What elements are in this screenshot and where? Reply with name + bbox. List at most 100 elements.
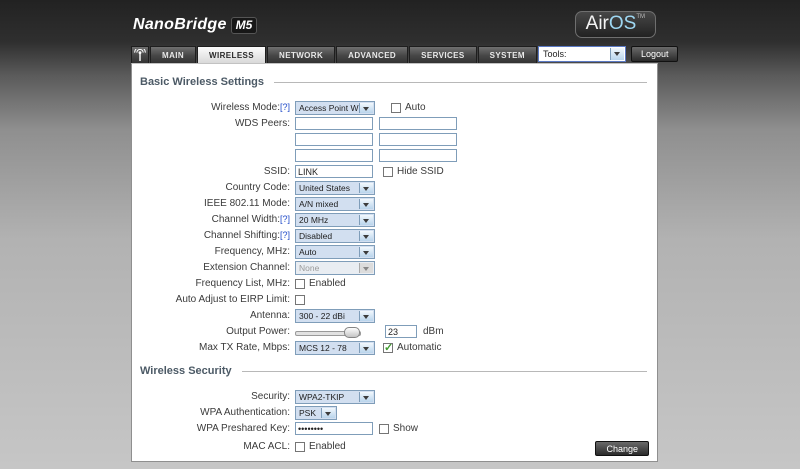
tab-main[interactable]: MAIN	[150, 46, 197, 63]
device-logo: NanoBridge M5	[133, 15, 258, 34]
channel-width-help-link[interactable]: [?]	[280, 214, 290, 224]
dropdown-arrow-icon	[359, 214, 373, 225]
wpa-authentication-row: WPA Authentication: PSK	[138, 405, 647, 420]
section-rule	[274, 81, 647, 83]
wds-peers-label: WDS Peers:	[234, 118, 290, 129]
frequency-select[interactable]: Auto	[295, 244, 375, 259]
dropdown-arrow-icon	[359, 230, 373, 241]
eirp-limit-checkbox[interactable]	[295, 294, 305, 305]
max-tx-rate-select[interactable]: MCS 12 - 78	[295, 340, 375, 355]
wds-peer-input-5[interactable]	[295, 149, 373, 162]
security-select[interactable]: WPA2-TKIP	[295, 389, 375, 404]
tab-wireless[interactable]: WIRELESS	[197, 46, 267, 63]
frequency-row: Frequency, MHz: Auto	[138, 244, 647, 259]
extension-channel-label: Extension Channel:	[203, 262, 290, 273]
hide-ssid-checkbox[interactable]	[383, 166, 393, 177]
wds-peer-input-4[interactable]	[379, 133, 457, 146]
tools-select[interactable]: Tools:	[537, 46, 626, 62]
automatic-checkbox[interactable]	[383, 341, 393, 354]
tab-home[interactable]	[131, 46, 149, 63]
wireless-mode-select[interactable]: Access Point WDS	[295, 100, 375, 115]
change-button[interactable]: Change	[595, 441, 649, 456]
wds-peer-input-2[interactable]	[379, 117, 457, 130]
channel-shifting-help-link[interactable]: [?]	[280, 230, 290, 240]
wds-peer-input-3[interactable]	[295, 133, 373, 146]
output-power-row: Output Power: dBm	[138, 324, 647, 339]
mac-acl-checkbox[interactable]	[295, 441, 305, 452]
tab-network[interactable]: NETWORK	[267, 46, 336, 63]
wpa-preshared-key-row: WPA Preshared Key: Show	[138, 421, 647, 436]
ssid-input[interactable]	[295, 165, 373, 178]
output-power-label: Output Power:	[226, 326, 290, 337]
dropdown-arrow-icon	[359, 246, 373, 257]
channel-shifting-row: Channel Shifting:[?] Disabled	[138, 228, 647, 243]
auto-checkbox-label: Auto	[405, 102, 426, 113]
show-key-label: Show	[393, 423, 419, 434]
wireless-mode-row: Wireless Mode:[?] Access Point WDS Auto	[138, 100, 647, 115]
tab-advanced[interactable]: ADVANCED	[336, 46, 409, 63]
channel-shifting-select[interactable]: Disabled	[295, 228, 375, 243]
output-power-unit: dBm	[423, 326, 444, 337]
brand-name: NanoBridge	[133, 15, 227, 33]
section-title: Basic Wireless Settings	[140, 76, 265, 88]
wds-peer-input-6[interactable]	[379, 149, 457, 162]
wds-peers-row-2	[138, 132, 647, 147]
extension-channel-select: None	[295, 260, 375, 275]
wds-peers-row-3	[138, 148, 647, 163]
section-rule	[241, 370, 647, 372]
output-power-slider[interactable]	[295, 325, 361, 339]
antenna-select[interactable]: 300 - 22 dBi	[295, 308, 375, 323]
antenna-label: Antenna:	[249, 310, 290, 321]
logout-button[interactable]: Logout	[630, 46, 679, 62]
wpa-authentication-label: WPA Authentication:	[200, 407, 290, 418]
automatic-checkbox-label: Automatic	[397, 342, 442, 353]
output-power-input[interactable]	[385, 325, 417, 338]
dropdown-arrow-icon	[359, 342, 373, 353]
security-label: Security:	[251, 391, 290, 402]
show-key-checkbox[interactable]	[379, 423, 389, 434]
ieee-mode-select[interactable]: A/N mixed	[295, 196, 375, 211]
country-code-select[interactable]: United States	[295, 180, 375, 195]
mac-acl-row: MAC ACL: Enabled	[138, 439, 647, 454]
dropdown-arrow-icon	[359, 102, 373, 113]
ssid-row: SSID: Hide SSID	[138, 164, 647, 179]
frequency-list-enabled-checkbox[interactable]	[295, 278, 305, 289]
wds-peers-row-1: WDS Peers:	[138, 116, 647, 131]
channel-width-label: Channel Width:[?]	[211, 214, 290, 225]
wpa-authentication-select[interactable]: PSK	[295, 405, 337, 420]
wds-peer-input-1[interactable]	[295, 117, 373, 130]
country-code-label: Country Code:	[225, 182, 290, 193]
wireless-mode-help-link[interactable]: [?]	[280, 102, 290, 112]
basic-wireless-settings-section-header: Basic Wireless Settings	[140, 76, 647, 88]
antenna-row: Antenna: 300 - 22 dBi	[138, 308, 647, 323]
ieee-mode-row: IEEE 802.11 Mode: A/N mixed	[138, 196, 647, 211]
ieee-mode-label: IEEE 802.11 Mode:	[204, 198, 290, 209]
dropdown-arrow-icon	[359, 182, 373, 193]
airos-app: NanoBridge M5 AirOSTM MAIN WIRELESS NETW…	[131, 0, 679, 462]
extension-channel-row: Extension Channel: None	[138, 260, 647, 275]
frequency-list-enabled-label: Enabled	[309, 278, 346, 289]
auto-checkbox[interactable]	[391, 102, 401, 113]
dropdown-arrow-icon	[359, 391, 373, 402]
airos-logo-tm: TM	[636, 14, 645, 20]
frequency-label: Frequency, MHz:	[214, 246, 290, 257]
slider-thumb[interactable]	[344, 326, 360, 338]
dropdown-arrow-icon	[609, 48, 624, 60]
tab-services[interactable]: SERVICES	[409, 46, 477, 63]
tab-bar: MAIN WIRELESS NETWORK ADVANCED SERVICES …	[131, 45, 679, 63]
antenna-icon	[134, 48, 146, 61]
channel-shifting-label: Channel Shifting:[?]	[203, 230, 290, 241]
eirp-limit-label: Auto Adjust to EIRP Limit:	[175, 294, 290, 305]
ssid-label: SSID:	[263, 166, 290, 177]
frequency-list-label: Frequency List, MHz:	[195, 278, 290, 289]
wpa-preshared-key-input[interactable]	[295, 422, 373, 435]
section-title: Wireless Security	[140, 365, 232, 377]
tab-system[interactable]: SYSTEM	[477, 46, 537, 63]
airos-logo-os: OS	[608, 13, 637, 34]
hide-ssid-label: Hide SSID	[397, 166, 444, 177]
channel-width-select[interactable]: 20 MHz	[295, 212, 375, 227]
frequency-list-row: Frequency List, MHz: Enabled	[138, 276, 647, 291]
mac-acl-label: MAC ACL:	[243, 441, 290, 452]
mac-acl-enabled-label: Enabled	[309, 441, 346, 452]
wpa-preshared-key-label: WPA Preshared Key:	[196, 423, 290, 434]
